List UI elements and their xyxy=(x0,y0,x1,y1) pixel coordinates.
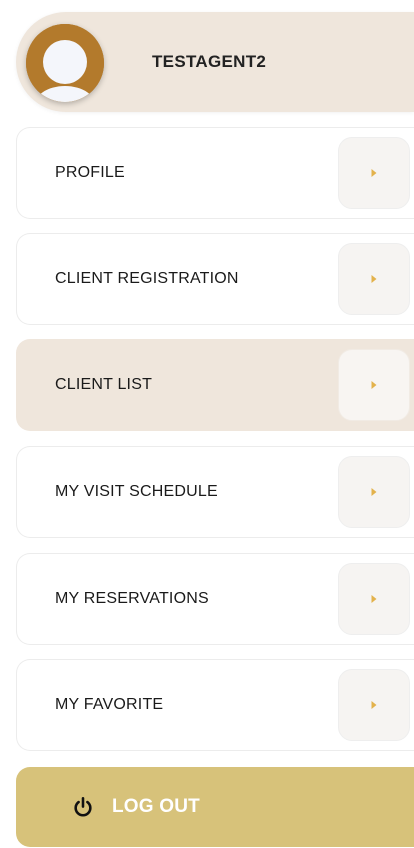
menu-item-arrow-button[interactable] xyxy=(338,563,410,635)
profile-header[interactable]: TESTAGENT2 xyxy=(16,12,414,112)
chevron-right-icon xyxy=(371,381,377,389)
user-avatar-icon xyxy=(26,24,104,102)
menu-item-my-reservations[interactable]: MY RESERVATIONS xyxy=(16,553,414,645)
menu-item-my-visit-schedule[interactable]: MY VISIT SCHEDULE xyxy=(16,446,414,538)
menu-item-arrow-button[interactable] xyxy=(338,456,410,528)
menu-item-arrow-button[interactable] xyxy=(338,669,410,741)
chevron-right-icon xyxy=(371,169,377,177)
menu-item-profile[interactable]: PROFILE xyxy=(16,127,414,219)
menu-item-label: CLIENT LIST xyxy=(55,376,153,393)
chevron-right-icon xyxy=(371,595,377,603)
menu-item-label: CLIENT REGISTRATION xyxy=(55,270,239,287)
logout-button[interactable]: LOG OUT xyxy=(16,767,414,847)
menu-item-arrow-button[interactable] xyxy=(338,349,410,421)
side-menu: TESTAGENT2 PROFILE CLIENT REGISTRATION C… xyxy=(0,0,414,848)
menu-item-label: MY VISIT SCHEDULE xyxy=(55,483,218,500)
logout-label: LOG OUT xyxy=(112,796,200,817)
menu-item-label: MY RESERVATIONS xyxy=(55,590,209,607)
menu-item-arrow-button[interactable] xyxy=(338,137,410,209)
chevron-right-icon xyxy=(371,701,377,709)
chevron-right-icon xyxy=(371,488,377,496)
menu-item-label: PROFILE xyxy=(55,164,125,181)
menu-item-my-favorite[interactable]: MY FAVORITE xyxy=(16,659,414,751)
menu-item-arrow-button[interactable] xyxy=(338,243,410,315)
menu-item-label: MY FAVORITE xyxy=(55,696,164,713)
power-icon xyxy=(74,797,92,817)
username: TESTAGENT2 xyxy=(152,52,267,71)
chevron-right-icon xyxy=(371,275,377,283)
menu-item-client-list[interactable]: CLIENT LIST xyxy=(16,339,414,431)
menu-item-client-registration[interactable]: CLIENT REGISTRATION xyxy=(16,233,414,325)
